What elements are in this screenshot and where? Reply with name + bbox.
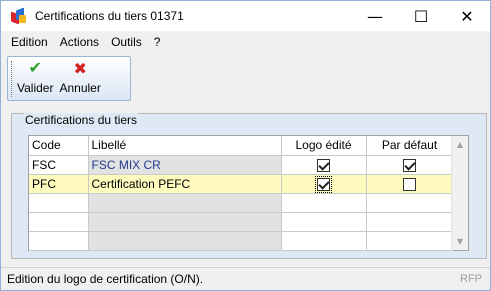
cell-par-defaut[interactable] [366,155,454,175]
cell-code[interactable]: PFC [29,174,89,194]
table-row-selected[interactable]: PFC Certification PEFC [29,174,454,194]
cancel-button[interactable]: ✖ Annuler [59,57,101,96]
status-message: Edition du logo de certification (O/N). [7,272,204,286]
menu-bar: Edition Actions Outils ? [1,31,490,53]
menu-outils[interactable]: Outils [105,35,148,49]
column-header-logo-edite[interactable]: Logo édité [281,136,367,156]
toolbar: ✔ Valider ✖ Annuler [7,56,131,101]
cell-libelle: Certification PEFC [88,174,282,194]
checkmark-icon: ✔ [28,60,42,77]
minimize-button[interactable]: — [352,1,398,31]
menu-actions[interactable]: Actions [54,35,105,49]
cell-libelle: FSC MIX CR [88,155,282,175]
maximize-button[interactable]: ☐ [398,1,444,31]
cross-icon: ✖ [73,59,87,78]
par-defaut-checkbox[interactable] [403,158,416,172]
column-header-par-defaut[interactable]: Par défaut [366,136,454,156]
cell-logo-edite[interactable] [281,174,367,194]
certifications-table: Code Libellé Logo édité Par défaut FSC F… [29,136,454,251]
cell-logo-edite[interactable] [281,155,367,175]
cell-code[interactable]: FSC [29,155,89,175]
empty-row[interactable] [29,193,454,213]
certifications-window: Certifications du tiers 01371 — ☐ ✕ Edit… [0,0,491,291]
app-logo-icon [11,7,27,25]
vertical-scrollbar[interactable]: ▲ ▼ [451,136,468,250]
empty-row[interactable] [29,212,454,232]
par-defaut-checkbox[interactable] [403,177,416,191]
cancel-label: Annuler [59,81,101,95]
table-header-row: Code Libellé Logo édité Par défaut [29,136,454,156]
cell-par-defaut[interactable] [366,174,454,194]
certifications-grid: Code Libellé Logo édité Par défaut FSC F… [28,135,469,251]
validate-button[interactable]: ✔ Valider [17,57,53,95]
column-header-code[interactable]: Code [29,136,89,156]
logo-edite-checkbox[interactable] [317,158,330,172]
scroll-down-icon[interactable]: ▼ [452,233,468,250]
logo-edite-checkbox[interactable] [315,175,332,192]
title-bar: Certifications du tiers 01371 — ☐ ✕ [1,1,490,31]
group-title: Certifications du tiers [24,113,139,127]
certifications-group: Certifications du tiers Code Libellé Log… [11,113,487,259]
validate-label: Valider [17,81,54,95]
table-row[interactable]: FSC FSC MIX CR [29,155,454,175]
status-bar: Edition du logo de certification (O/N). … [1,267,490,290]
status-code: RFP [460,273,482,285]
toolbar-grip[interactable] [11,61,15,97]
close-button[interactable]: ✕ [444,1,490,31]
window-title: Certifications du tiers 01371 [35,9,184,23]
empty-row[interactable] [29,231,454,251]
column-header-libelle[interactable]: Libellé [88,136,282,156]
menu-edition[interactable]: Edition [1,35,54,49]
window-controls: — ☐ ✕ [352,1,490,31]
scroll-up-icon[interactable]: ▲ [452,136,468,153]
menu-help[interactable]: ? [148,35,167,49]
